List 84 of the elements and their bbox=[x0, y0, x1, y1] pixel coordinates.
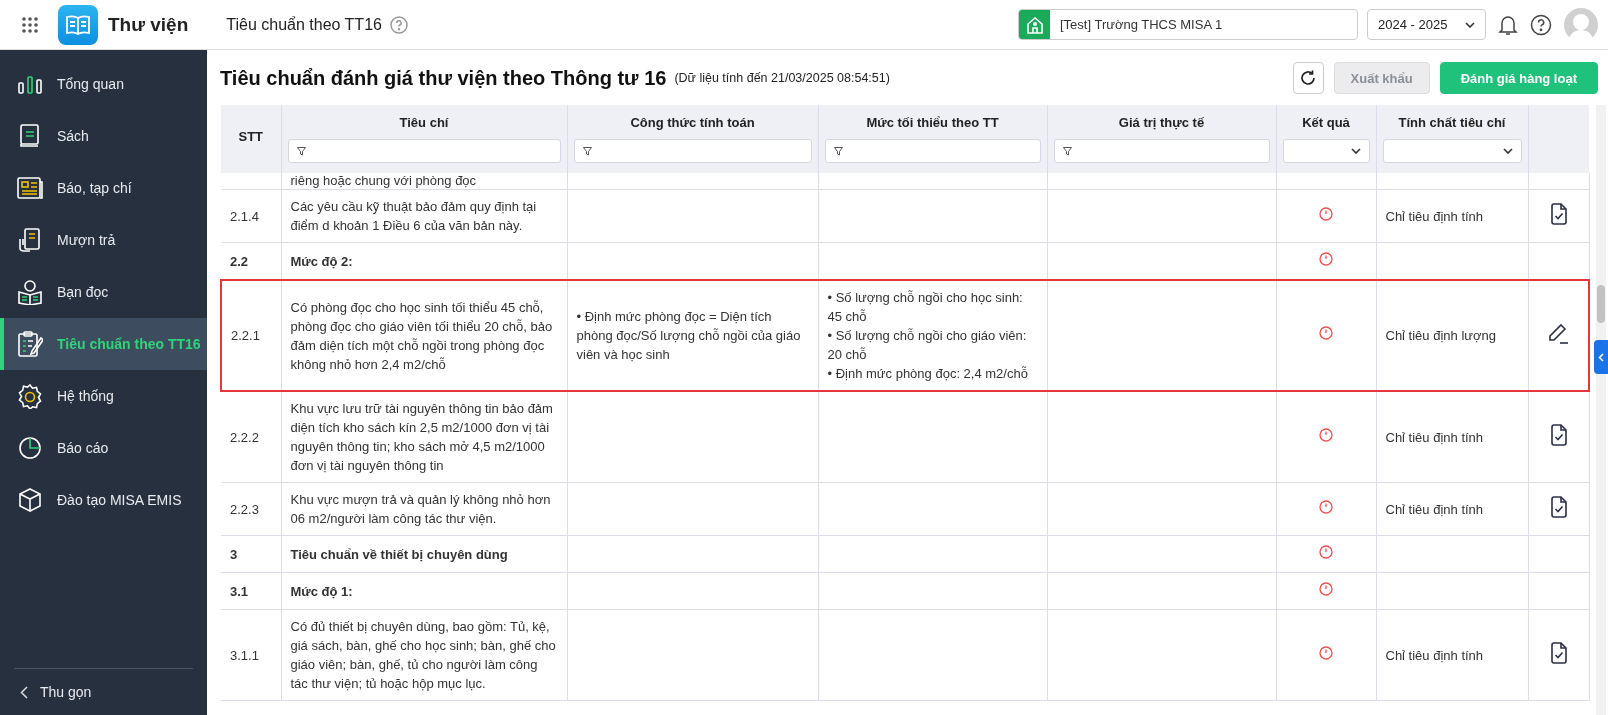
chevron-down-icon bbox=[1465, 21, 1475, 28]
page-title: Tiêu chuẩn theo TT16 bbox=[226, 15, 382, 34]
page-heading: Tiêu chuẩn đánh giá thư viện theo Thông tư 16 bbox=[220, 66, 667, 90]
refresh-button[interactable] bbox=[1292, 62, 1324, 94]
chevron-left-icon bbox=[1598, 352, 1604, 362]
house-icon bbox=[1019, 10, 1050, 39]
filter-icon bbox=[1062, 146, 1072, 156]
table-cell: 2.1.4 bbox=[221, 189, 281, 243]
table-cell: Tiêu chuẩn về thiết bị chuyên dùng bbox=[281, 535, 567, 573]
table-row[interactable]: 3.1 Mức độ 1: bbox=[221, 572, 1589, 610]
table-cell: 3 bbox=[221, 535, 281, 573]
table-cell: 2.2 bbox=[221, 242, 281, 280]
table-cell: Chỉ tiêu định lượng bbox=[1376, 280, 1528, 391]
column-header: Mức tối thiểu theo TT bbox=[865, 115, 1000, 130]
sidebar-item[interactable]: Sách bbox=[0, 110, 207, 162]
table-cell: Các yêu cầu kỹ thuật bảo đảm quy định tại điểm d khoản 1 Điều 6 của văn bản này. bbox=[281, 189, 567, 243]
table-row[interactable]: 2.1.4 Các yêu cầu kỹ thuật bảo đảm quy định tại điểm d khoản 1 Điều 6 của văn bản này. Chỉ tiêu định tính bbox=[221, 189, 1589, 243]
table-cell: Chỉ tiêu định tính bbox=[1376, 609, 1528, 701]
table-cell: Khu vực lưu trữ tài nguyên thông tin bảo đảm diện tích kho sách kín 2,5 m2/1000 đơn vị tài nguyên thông tin; kho sách mở 4,5 m2/1000 đơn vị tài nguyên thông tin bbox=[281, 391, 567, 483]
table-cell: Mức độ 1: bbox=[281, 572, 567, 610]
sidebar-item[interactable]: Báo, tạp chí bbox=[0, 162, 207, 214]
table-cell: Có đủ thiết bị chuyên dùng, bao gồm: Tủ, kệ, giá sách, bàn, ghế cho học sinh; bàn, ghế cho giáo viên; bàn, ghế, tủ cho người làm công tác thư viện; tủ hoặc hộp mục lục. bbox=[281, 609, 567, 701]
filter-field[interactable] bbox=[287, 139, 561, 163]
column-header: Giá trị thực tế bbox=[1117, 115, 1206, 130]
table-cell: Khu vực mượn trả và quản lý không nhỏ hơn 06 m2/người làm công tác thư viện. bbox=[281, 482, 567, 536]
table-row[interactable]: 2.2.3 Khu vực mượn trả và quản lý không nhỏ hơn 06 m2/người làm công tác thư viện. Chỉ tiêu định tính bbox=[221, 482, 1589, 536]
bullet-item: • Định mức phòng đọc = Diện tích phòng đọc/Số lượng chỗ ngồi của giáo viên và học sinh bbox=[576, 308, 802, 364]
bullet-item: • Định mức phòng đọc: 2,4 m2/chỗ bbox=[827, 365, 1029, 383]
table-row[interactable]: 2.2.2 Khu vực lưu trữ tài nguyên thông tin bảo đảm diện tích kho sách kín 2,5 m2/1000 đơn vị tài nguyên thông tin; kho sách mở 4,5 m2/1000 đơn vị tài nguyên thông tin Chỉ tiêu định tính bbox=[221, 391, 1589, 483]
scrollbar[interactable] bbox=[1596, 105, 1606, 715]
year-dropdown[interactable]: 2024 - 2025 bbox=[1367, 9, 1486, 40]
bullet-item: • Số lượng chỗ ngồi cho giáo viên: 20 chỗ bbox=[827, 327, 1028, 364]
chevron-down-icon bbox=[1502, 148, 1513, 154]
column-header: STT bbox=[237, 129, 265, 144]
bullet-item: • Số lượng chỗ ngồi cho học sinh: 45 chỗ bbox=[827, 289, 1024, 326]
pencil-icon[interactable] bbox=[1547, 322, 1570, 344]
refresh-icon bbox=[1299, 69, 1318, 87]
table-cell: riêng hoặc chung với phòng đọc bbox=[281, 173, 567, 190]
document-check-icon[interactable] bbox=[1549, 641, 1568, 664]
sidebar-item[interactable]: Báo cáo bbox=[0, 422, 207, 474]
column-header: Tính chất tiêu chí bbox=[1397, 115, 1507, 130]
data-timestamp: (Dữ liệu tính đến 21/03/2025 08:54:51) bbox=[674, 71, 890, 85]
column-header: Công thức tính toán bbox=[629, 115, 756, 130]
collapse-button[interactable]: Thu gọn bbox=[14, 668, 193, 715]
app-title: Thư viện bbox=[108, 13, 189, 36]
column-header: Tiêu chí bbox=[398, 115, 450, 130]
table-cell: 3.1 bbox=[221, 572, 281, 610]
apps-menu-icon[interactable] bbox=[22, 16, 38, 33]
table-row[interactable]: 3.1.1 Có đủ thiết bị chuyên dùng, bao gồm: Tủ, kệ, giá sách, bàn, ghế cho học sinh; bàn, ghế cho giáo viên; bàn, ghế, tủ cho người làm công tác thư viện; tủ hoặc hộp mục lục. Chỉ tiêu định tính bbox=[221, 609, 1589, 701]
chevron-left-icon bbox=[20, 685, 28, 699]
table-cell: Chỉ tiêu định tính bbox=[1376, 482, 1528, 536]
school-selector[interactable]: [Test] Trường THCS MISA 1 bbox=[1018, 9, 1358, 40]
table-cell: Chỉ tiêu định tính bbox=[1376, 391, 1528, 483]
sidebar-item[interactable]: Bạn đọc bbox=[0, 266, 207, 318]
table-cell: 2.2.2 bbox=[221, 391, 281, 483]
table-cell: 2.2.1 bbox=[221, 280, 281, 391]
expand-panel-button[interactable] bbox=[1594, 340, 1608, 374]
filter-field[interactable] bbox=[824, 139, 1041, 163]
table-row[interactable]: 2.2 Mức độ 2: bbox=[221, 242, 1589, 280]
table-row[interactable]: 3 Tiêu chuẩn về thiết bị chuyên dùng bbox=[221, 535, 1589, 573]
table-cell: Có phòng đọc cho học sinh tối thiểu 45 chỗ, phòng đọc cho giáo viên tối thiểu 20 chỗ, bảo đảm diện tích một chỗ ngồi trong phòng đọc không nhỏ hơn 2,4 m2/chỗ bbox=[281, 280, 567, 391]
document-check-icon[interactable] bbox=[1549, 423, 1568, 446]
sidebar-item[interactable]: Mượn trả bbox=[0, 214, 207, 266]
bell-icon[interactable] bbox=[1498, 13, 1518, 36]
filter-icon bbox=[833, 146, 843, 156]
document-check-icon[interactable] bbox=[1549, 495, 1568, 518]
library-logo-icon bbox=[58, 4, 98, 45]
table-cell: Chỉ tiêu định tính bbox=[1376, 189, 1528, 243]
sidebar-item[interactable]: Hệ thống bbox=[0, 370, 207, 422]
table-row[interactable]: riêng hoặc chung với phòng đọc bbox=[221, 173, 1589, 190]
sidebar-item[interactable]: Đào tạo MISA EMIS bbox=[0, 474, 207, 526]
selected-row[interactable] bbox=[221, 280, 1589, 391]
table-cell: 2.2.3 bbox=[221, 482, 281, 536]
filter-field[interactable] bbox=[1053, 139, 1270, 163]
filter-icon bbox=[582, 146, 592, 156]
document-check-icon[interactable] bbox=[1549, 202, 1568, 225]
sidebar-item[interactable]: Tổng quan bbox=[0, 58, 207, 110]
filter-field[interactable] bbox=[573, 139, 812, 163]
table-cell: 3.1.1 bbox=[221, 609, 281, 701]
filter-icon bbox=[296, 146, 306, 156]
help-icon[interactable] bbox=[1530, 13, 1552, 36]
chevron-down-icon bbox=[1350, 148, 1361, 154]
column-header: Kết quả bbox=[1301, 115, 1351, 130]
sidebar-item[interactable]: Tiêu chuẩn theo TT16 bbox=[0, 318, 207, 370]
